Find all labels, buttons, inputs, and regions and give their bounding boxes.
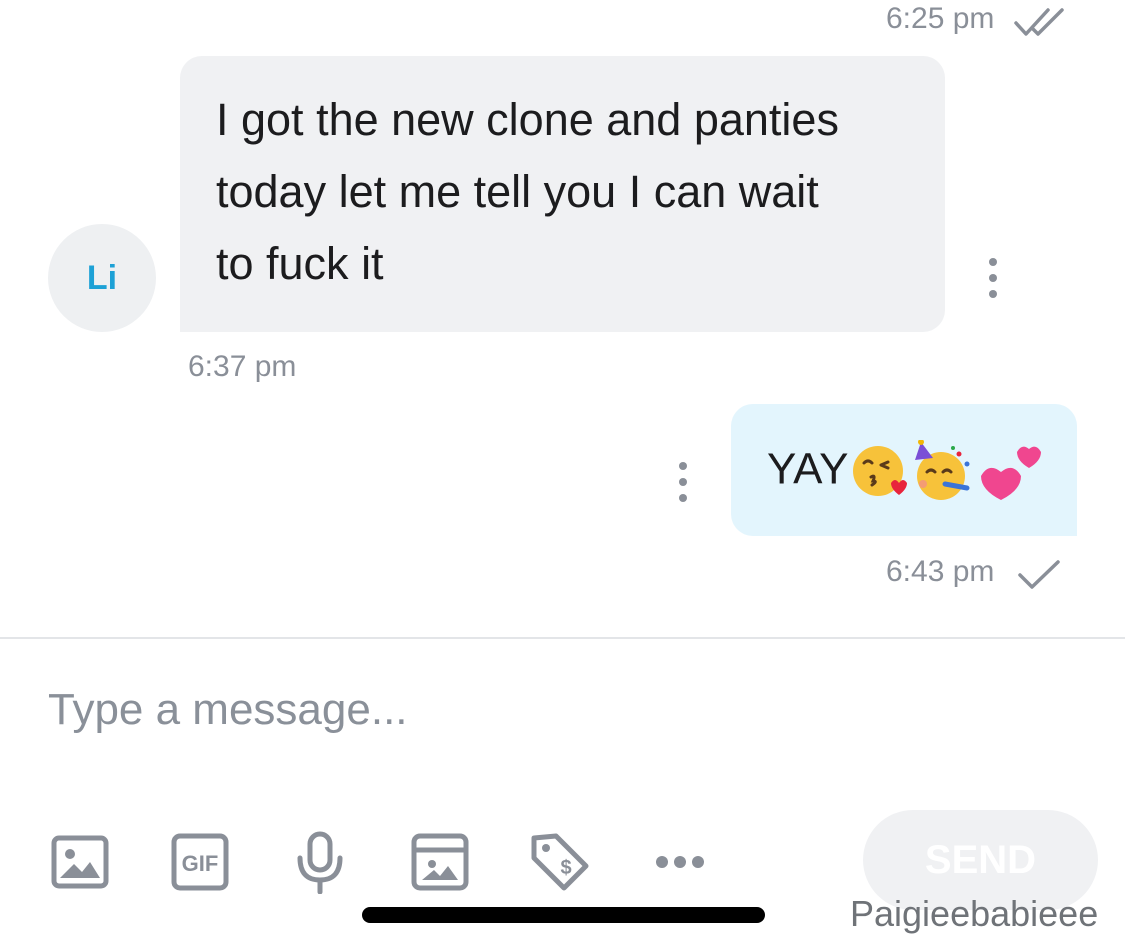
message-text-line: to fuck it <box>216 238 384 289</box>
message-timestamp: 6:43 pm <box>886 555 995 588</box>
more-icon <box>656 856 704 868</box>
kissing-face-heart-emoji <box>852 446 907 496</box>
partying-face-emoji <box>914 440 970 500</box>
more-button[interactable] <box>648 830 712 894</box>
message-text: YAY <box>767 444 849 494</box>
message-options-icon[interactable] <box>673 462 693 502</box>
price-tag-icon: $ <box>531 833 589 891</box>
composer-divider <box>0 637 1125 639</box>
home-indicator[interactable] <box>362 907 765 923</box>
price-tag-button[interactable]: $ <box>528 830 592 894</box>
avatar-initials: Li <box>86 258 118 297</box>
single-check-icon <box>1018 560 1060 589</box>
microphone-icon <box>297 831 343 894</box>
watermark: Paigieebabieee <box>850 893 1099 934</box>
avatar[interactable]: Li <box>48 224 156 332</box>
image-button[interactable] <box>48 830 112 894</box>
message-input[interactable] <box>48 670 1078 750</box>
svg-text:GIF: GIF <box>182 851 219 876</box>
image-icon <box>51 835 109 889</box>
message-text-line: I got the new clone and panties <box>216 94 839 145</box>
voice-message-button[interactable] <box>288 830 352 894</box>
media-vault-button[interactable] <box>408 830 472 894</box>
message-text-line: today let me tell you I can wait <box>216 166 819 217</box>
svg-text:$: $ <box>560 857 571 879</box>
outgoing-message-bubble[interactable]: YAY <box>731 404 1077 536</box>
incoming-message-bubble[interactable]: I got the new clone and panties today le… <box>180 56 945 332</box>
media-vault-icon <box>411 833 469 891</box>
two-hearts-emoji <box>980 446 1041 500</box>
message-options-icon[interactable] <box>983 258 1003 298</box>
message-timestamp: 6:37 pm <box>188 350 297 383</box>
message-timestamp: 6:25 pm <box>886 2 995 35</box>
gif-button[interactable]: GIF <box>168 830 232 894</box>
gif-icon: GIF <box>171 833 229 891</box>
double-check-icon <box>1014 8 1064 36</box>
